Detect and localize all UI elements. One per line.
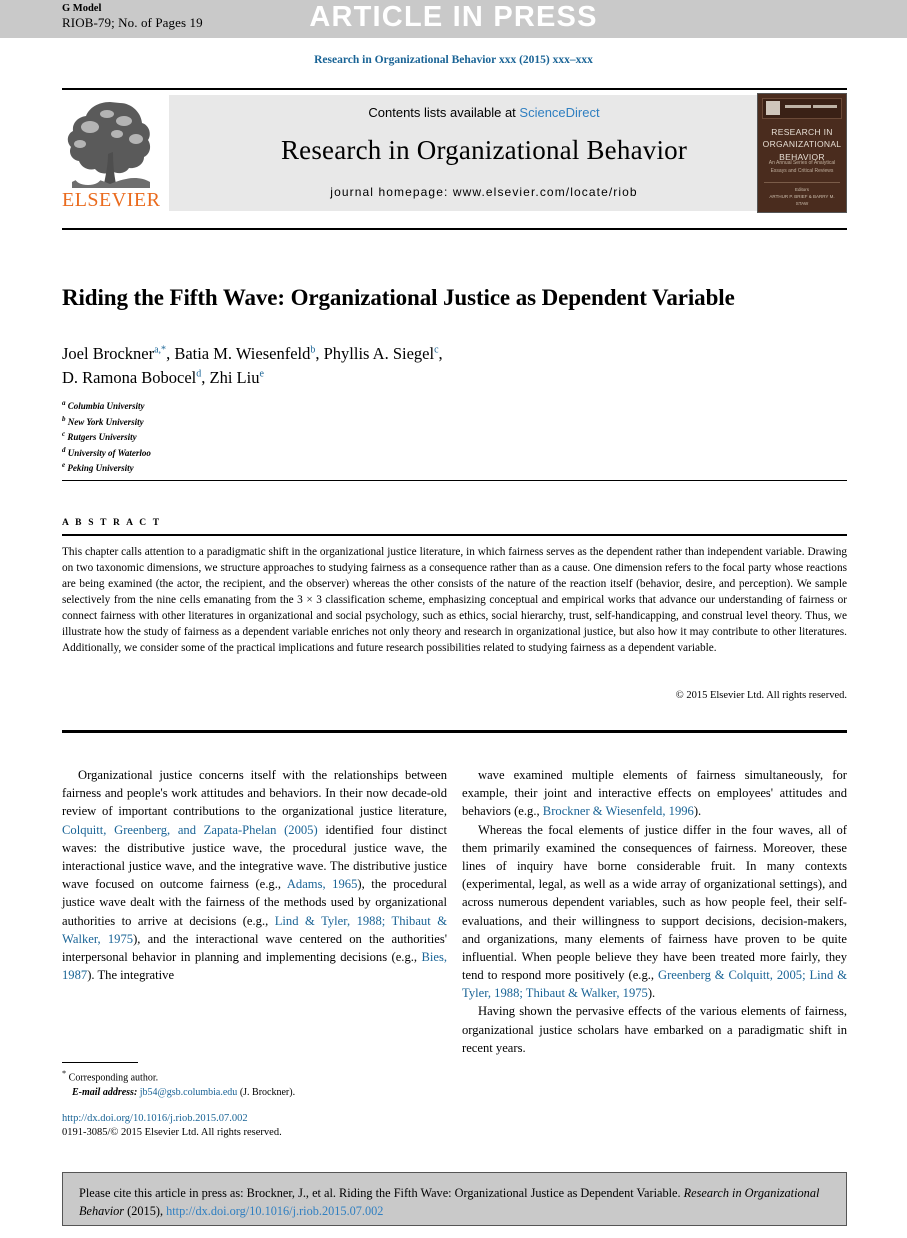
author-name: Zhi Liu — [209, 367, 260, 387]
author-marks: a,* — [154, 344, 167, 356]
affiliation-item: b New York University — [62, 414, 562, 430]
author-name: Joel Brockner — [62, 344, 155, 363]
footnote-rule — [62, 1062, 138, 1063]
affiliation-name: University of Waterloo — [67, 447, 151, 458]
author-entry: Joel Brocknera,* — [62, 344, 166, 363]
running-head: Research in Organizational Behavior xxx … — [314, 54, 593, 66]
citation-reference-link[interactable]: Adams, 1965 — [287, 877, 358, 891]
abstract-text: This chapter calls attention to a paradi… — [62, 546, 847, 655]
author-list: Joel Brocknera,*, Batia M. Wiesenfeldb, … — [62, 344, 443, 387]
masthead-top-rule — [62, 88, 847, 90]
body-text: Organizational justice concerns itself w… — [62, 768, 447, 819]
affiliation-list: a Columbia University b New York Univers… — [62, 398, 562, 476]
body-paragraph: Organizational justice concerns itself w… — [62, 766, 447, 984]
citation-text: Please cite this article in press as: Br… — [79, 1184, 831, 1220]
citation-doi-link[interactable]: http://dx.doi.org/10.1016/j.riob.2015.07… — [166, 1204, 383, 1218]
affiliation-mark: e — [62, 461, 66, 470]
author-marks: c — [434, 344, 439, 356]
contents-available-line: Contents lists available at ScienceDirec… — [169, 105, 799, 120]
cover-header-strip — [762, 98, 842, 119]
affiliation-item: a Columbia University — [62, 398, 562, 414]
body-column-right: wave examined multiple elements of fairn… — [462, 766, 847, 1057]
article-page: G Model RIOB-79; No. of Pages 19 ARTICLE… — [0, 0, 907, 1238]
body-paragraph: Whereas the focal elements of justice di… — [462, 821, 847, 1003]
cover-publisher-mark — [766, 101, 780, 115]
author-marks: b — [310, 344, 316, 356]
author-marks: d — [196, 368, 202, 380]
abstract-bottom-rule — [62, 730, 847, 733]
email-note: E-mail address: jb54@gsb.columbia.edu (J… — [62, 1085, 447, 1100]
affiliation-name: Columbia University — [67, 401, 145, 411]
citation-reference-link[interactable]: Brockner & Wiesenfeld, 1996 — [543, 804, 694, 818]
elsevier-logo: ELSEVIER — [62, 94, 160, 212]
corresponding-author-text: Corresponding author. — [68, 1072, 159, 1084]
cover-subtitle: An Annual Series of Analytical Essays an… — [768, 160, 836, 174]
page-title: Riding the Fifth Wave: Organizational Ju… — [62, 285, 735, 311]
affiliation-item: c Rutgers University — [62, 429, 562, 445]
email-owner: (J. Brockner). — [239, 1087, 296, 1099]
citation-box: Please cite this article in press as: Br… — [62, 1172, 847, 1226]
affiliation-mark: b — [62, 414, 66, 423]
body-text: ). — [693, 804, 702, 819]
citation-line1: Please cite this article in press as: Br… — [79, 1186, 681, 1200]
email-link[interactable]: jb54@gsb.columbia.edu — [140, 1087, 238, 1098]
affiliation-item: d University of Waterloo — [62, 445, 562, 461]
cover-title-line2: ORGANIZATIONAL — [762, 139, 842, 150]
affiliation-name: Peking University — [67, 463, 134, 474]
journal-cover-thumbnail: RESEARCH IN ORGANIZATIONAL BEHAVIOR An A… — [757, 93, 847, 213]
cover-strip-text-left — [785, 105, 811, 108]
author-name: Batia M. Wiesenfeld — [174, 344, 311, 363]
cover-strip-text-right — [813, 105, 837, 108]
footnote-marker: * — [62, 1069, 67, 1078]
author-entry: Batia M. Wiesenfeldb — [174, 344, 315, 363]
masthead-center-panel: Contents lists available at ScienceDirec… — [169, 95, 799, 211]
journal-homepage[interactable]: journal homepage: www.elsevier.com/locat… — [169, 185, 799, 199]
cover-title-line1: RESEARCH IN — [771, 127, 833, 137]
body-paragraph: Having shown the pervasive effects of th… — [462, 1002, 847, 1057]
cover-editors-names: ARTHUR P. BRIEF & BARRY M. STAW — [769, 194, 835, 207]
citation-reference-link[interactable]: Colquitt, Greenberg, and Zapata-Phelan (… — [62, 823, 318, 837]
email-label: E-mail address: — [72, 1087, 138, 1099]
citation-year: (2015), — [127, 1204, 164, 1219]
cover-title: RESEARCH IN ORGANIZATIONAL BEHAVIOR — [758, 126, 846, 163]
footnote-block: * Corresponding author. E-mail address: … — [62, 1068, 447, 1100]
corresponding-author-note: * Corresponding author. — [62, 1068, 447, 1085]
body-text: Having shown the pervasive effects of th… — [462, 1004, 847, 1055]
affiliation-item: e Peking University — [62, 460, 562, 476]
author-entry: Phyllis A. Siegelc — [324, 344, 439, 363]
elsevier-wordmark: ELSEVIER — [62, 189, 161, 211]
author-name: D. Ramona Bobocel — [62, 367, 197, 387]
abstract-heading-rule — [62, 534, 847, 536]
cover-editors-label: Editors — [794, 187, 809, 192]
cover-editors: Editors ARTHUR P. BRIEF & BARRY M. STAW — [764, 182, 840, 207]
affiliation-name: Rutgers University — [67, 432, 137, 443]
article-in-press-text: ARTICLE IN PRESS — [309, 1, 598, 33]
sciencedirect-link[interactable]: ScienceDirect — [519, 105, 599, 120]
body-paragraph: wave examined multiple elements of fairn… — [462, 766, 847, 821]
affiliation-mark: a — [62, 399, 66, 407]
issn-copyright-line: 0191-3085/© 2015 Elsevier Ltd. All right… — [62, 1127, 282, 1138]
affiliation-mark: d — [62, 445, 66, 454]
body-text: Whereas the focal elements of justice di… — [462, 822, 847, 983]
author-marks: e — [259, 368, 264, 380]
body-column-left: Organizational justice concerns itself w… — [62, 766, 447, 984]
author-entry: Zhi Liue — [210, 368, 264, 387]
journal-title: Research in Organizational Behavior — [280, 135, 688, 165]
elsevier-tree-icon — [67, 102, 151, 188]
body-text: ). — [647, 986, 656, 1001]
journal-masthead: ELSEVIER Contents lists available at Sci… — [62, 88, 847, 214]
affiliation-mark: c — [62, 430, 66, 439]
body-text: ). The integrative — [87, 968, 175, 983]
author-entry: D. Ramona Boboceld — [62, 368, 201, 387]
doi-url[interactable]: http://dx.doi.org/10.1016/j.riob.2015.07… — [62, 1113, 447, 1124]
abstract-top-rule — [62, 480, 847, 481]
abstract-copyright: © 2015 Elsevier Ltd. All rights reserved… — [675, 690, 847, 701]
author-name: Phyllis A. Siegel — [323, 344, 435, 363]
masthead-bottom-rule — [62, 228, 847, 230]
affiliation-name: New York University — [67, 416, 144, 427]
contents-prefix: Contents lists available at — [368, 105, 520, 120]
abstract-heading: A B S T R A C T — [62, 518, 162, 528]
